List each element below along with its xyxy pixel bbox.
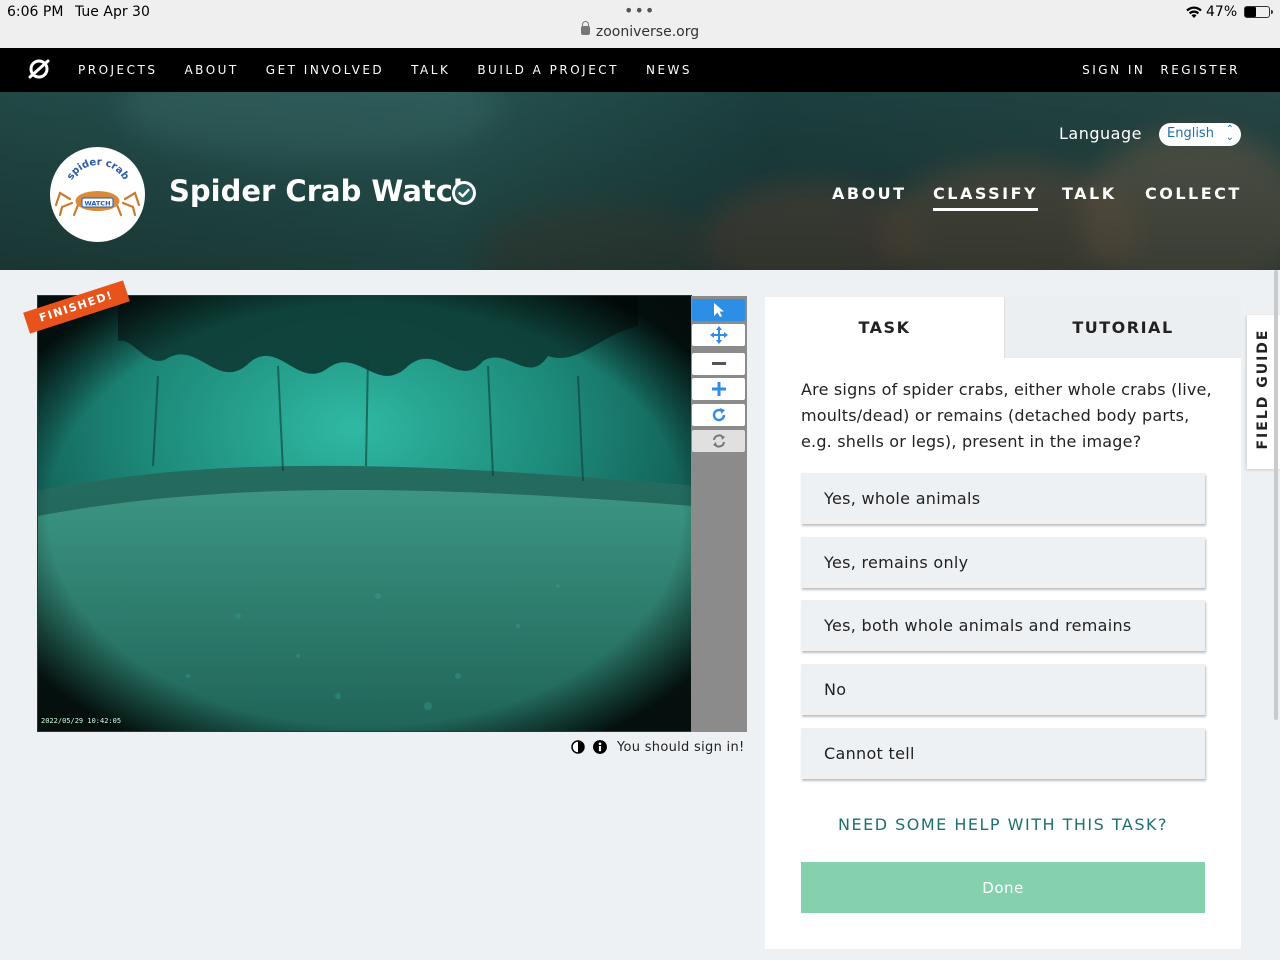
rotate-button[interactable] bbox=[692, 404, 745, 426]
project-title[interactable]: Spider Crab Watch bbox=[169, 174, 474, 208]
zoom-in-button[interactable] bbox=[692, 378, 745, 400]
reset-icon bbox=[712, 434, 725, 448]
site-nav-links: PROJECTS ABOUT GET INVOLVED TALK BUILD A… bbox=[78, 48, 719, 92]
status-bar: 6:06 PM Tue Apr 30 ••• zooniverse.org 47… bbox=[0, 0, 1280, 48]
verified-check-icon bbox=[452, 181, 476, 205]
zoom-out-button[interactable] bbox=[692, 353, 745, 375]
project-logo[interactable]: spider crab WATCH bbox=[50, 147, 145, 242]
language-value: English bbox=[1167, 126, 1214, 141]
tab-tutorial[interactable]: TUTORIAL bbox=[1004, 297, 1241, 358]
subject-image[interactable]: 2022/05/29 10:42:05 bbox=[37, 295, 692, 732]
done-button[interactable]: Done bbox=[801, 862, 1205, 913]
project-tab-talk[interactable]: TALK bbox=[1062, 184, 1117, 203]
tab-task[interactable]: TASK bbox=[765, 297, 1004, 358]
pointer-tool-button[interactable] bbox=[692, 299, 745, 321]
logo-text-bottom: WATCH bbox=[84, 199, 110, 207]
project-header: spider crab WATCH Spider Crab Watch Lang… bbox=[0, 92, 1280, 270]
task-tabs: TASK TUTORIAL bbox=[765, 297, 1241, 358]
answer-yes-remains-only[interactable]: Yes, remains only bbox=[801, 537, 1205, 588]
more-dots-icon[interactable]: ••• bbox=[624, 1, 655, 20]
zooniverse-logo-icon[interactable] bbox=[27, 57, 51, 81]
pointer-icon bbox=[713, 303, 724, 317]
info-icon[interactable] bbox=[593, 740, 607, 754]
invert-contrast-icon[interactable] bbox=[571, 740, 585, 754]
zoom-in-icon bbox=[711, 382, 726, 396]
nav-about[interactable]: ABOUT bbox=[184, 63, 238, 77]
battery-percent: 47% bbox=[1206, 4, 1238, 20]
subject-timestamp: 2022/05/29 10:42:05 bbox=[41, 717, 122, 725]
answer-cannot-tell[interactable]: Cannot tell bbox=[801, 728, 1205, 779]
register-link[interactable]: REGISTER bbox=[1160, 63, 1240, 77]
project-tab-collect[interactable]: COLLECT bbox=[1145, 184, 1242, 203]
language-label: Language bbox=[1059, 124, 1142, 143]
zoom-out-icon bbox=[711, 362, 726, 365]
spider-crab-logo-icon: spider crab WATCH bbox=[54, 157, 141, 217]
project-tab-about[interactable]: ABOUT bbox=[832, 184, 907, 203]
status-time: 6:06 PM bbox=[7, 4, 64, 20]
underwater-scene bbox=[38, 296, 691, 731]
battery-icon bbox=[1244, 6, 1273, 18]
answer-no[interactable]: No bbox=[801, 664, 1205, 715]
nav-build-a-project[interactable]: BUILD A PROJECT bbox=[477, 63, 619, 77]
project-tab-classify[interactable]: CLASSIFY bbox=[933, 184, 1039, 211]
sign-in-notice: You should sign in! bbox=[617, 739, 745, 755]
battery-fill bbox=[1245, 7, 1257, 17]
nav-projects[interactable]: PROJECTS bbox=[78, 63, 157, 77]
nav-news[interactable]: NEWS bbox=[646, 63, 692, 77]
account-links: SIGN IN REGISTER bbox=[1067, 48, 1240, 92]
address-bar[interactable]: zooniverse.org bbox=[0, 21, 1280, 40]
nav-talk[interactable]: TALK bbox=[411, 63, 450, 77]
subject-footer: You should sign in! bbox=[571, 737, 745, 757]
field-guide-label: FIELD GUIDE bbox=[1255, 328, 1271, 450]
answer-yes-whole-animals[interactable]: Yes, whole animals bbox=[801, 473, 1205, 524]
image-toolbar bbox=[691, 296, 747, 732]
task-panel: TASK TUTORIAL Are signs of spider crabs,… bbox=[765, 297, 1241, 949]
lock-icon bbox=[580, 21, 590, 35]
address-url: zooniverse.org bbox=[595, 24, 700, 40]
wifi-icon bbox=[1186, 6, 1202, 18]
reset-button[interactable] bbox=[692, 430, 745, 452]
language-select[interactable]: English ⌃ ⌄ bbox=[1159, 123, 1241, 146]
answer-yes-both[interactable]: Yes, both whole animals and remains bbox=[801, 600, 1205, 651]
rotate-icon bbox=[712, 408, 725, 422]
svg-text:spider crab: spider crab bbox=[65, 157, 131, 182]
task-help-link[interactable]: NEED SOME HELP WITH THIS TASK? bbox=[765, 815, 1241, 834]
pan-tool-button[interactable] bbox=[692, 324, 745, 346]
nav-get-involved[interactable]: GET INVOLVED bbox=[266, 63, 384, 77]
chevron-up-down-icon: ⌃ ⌄ bbox=[1225, 124, 1234, 143]
page-scrollbar[interactable] bbox=[1274, 270, 1278, 720]
site-nav: PROJECTS ABOUT GET INVOLVED TALK BUILD A… bbox=[0, 48, 1280, 92]
sign-in-link[interactable]: SIGN IN bbox=[1082, 63, 1145, 77]
pan-icon bbox=[709, 326, 728, 344]
task-question: Are signs of spider crabs, either whole … bbox=[801, 380, 1212, 451]
status-date: Tue Apr 30 bbox=[75, 4, 150, 20]
logo-text-top: spider crab bbox=[65, 157, 131, 182]
